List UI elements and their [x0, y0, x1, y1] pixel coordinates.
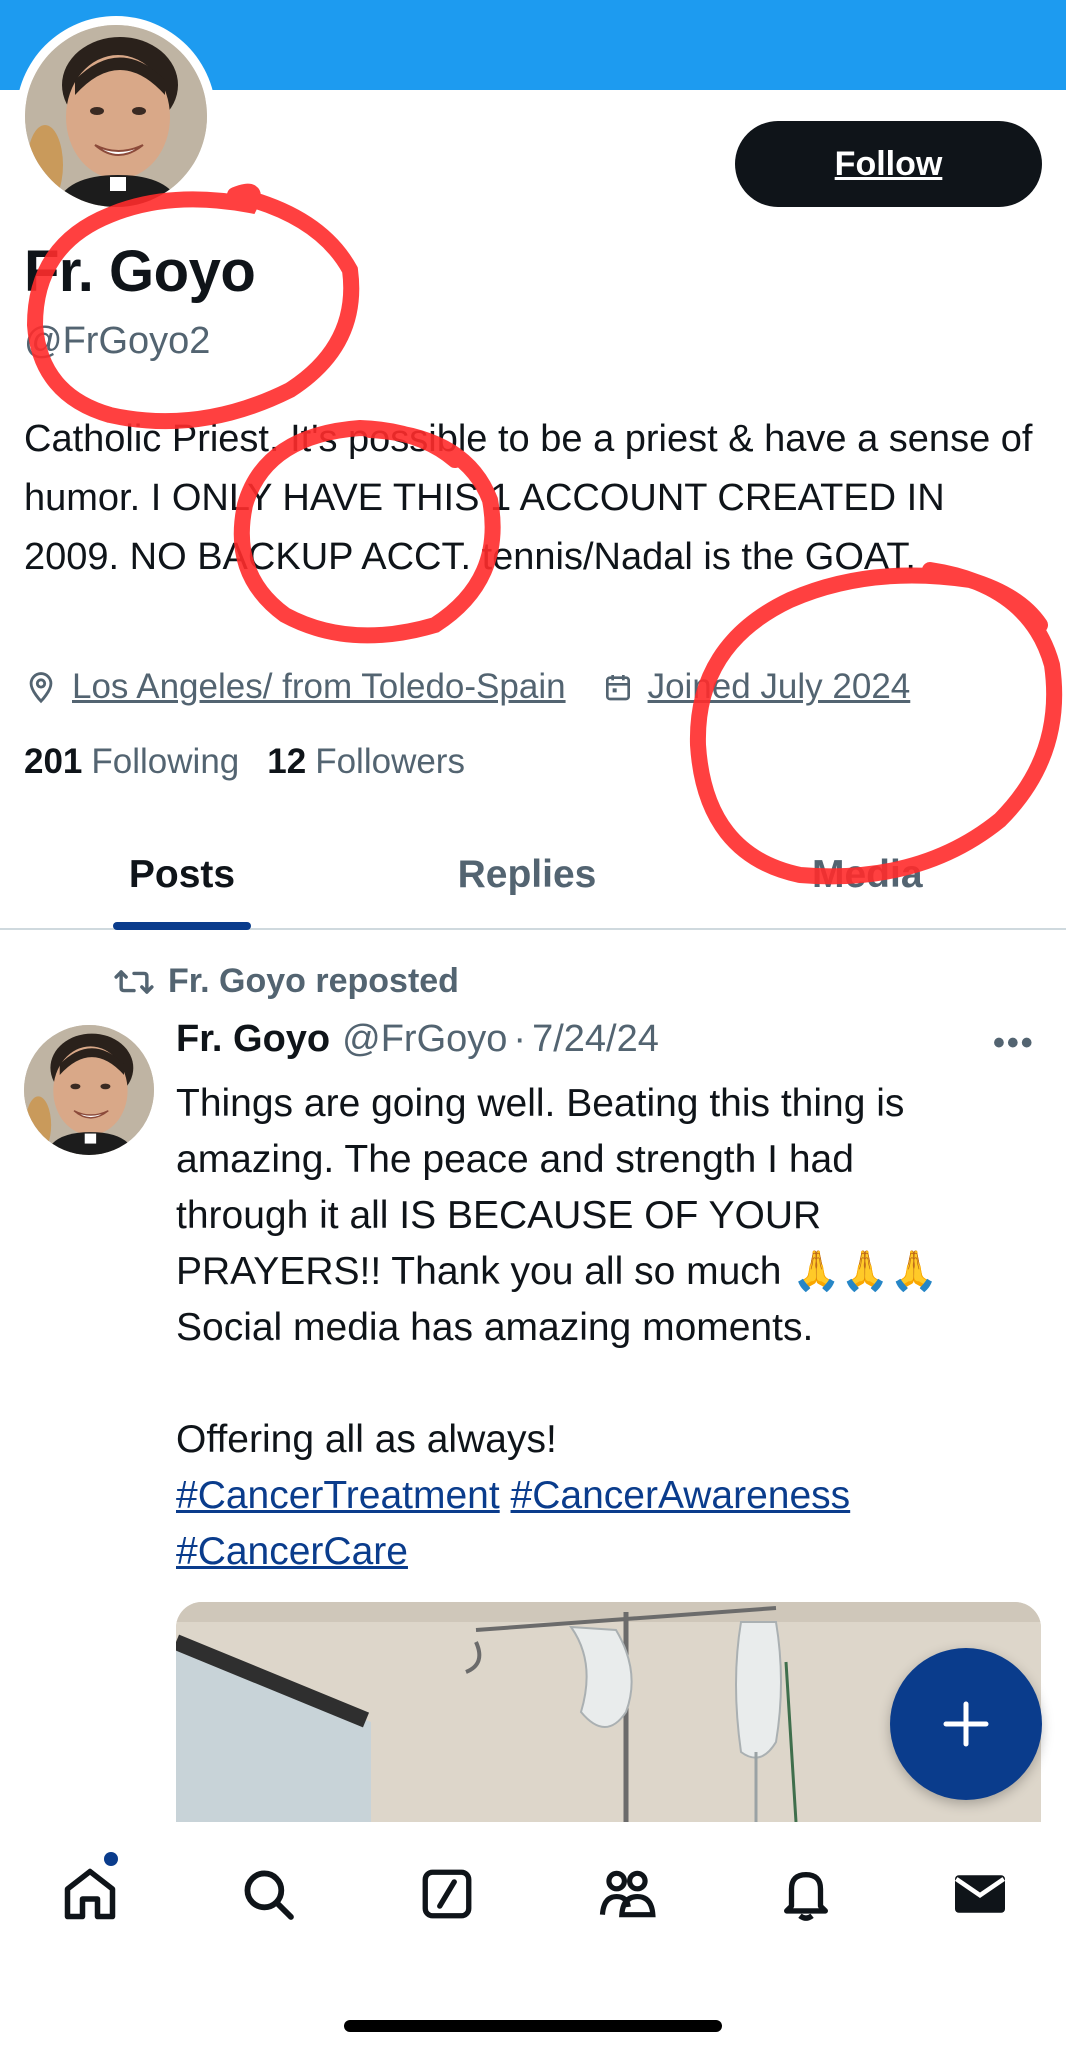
repost-label: Fr. Goyo reposted — [168, 962, 459, 1000]
profile-bio: Catholic Priest. It's possible to be a p… — [24, 418, 1033, 578]
bell-icon — [784, 1872, 828, 1921]
red-annotation-circle — [26, 183, 360, 430]
nav-grok[interactable] — [415, 1862, 479, 1926]
location-pin-icon — [29, 672, 53, 704]
profile-joined: Joined July 2024 — [602, 667, 911, 707]
follow-button[interactable]: Follow — [735, 121, 1042, 207]
tab-replies[interactable]: Replies — [364, 822, 690, 928]
following-stat[interactable]: 201 Following — [24, 742, 239, 782]
location-text: Los Angeles/ from Toledo-Spain — [72, 667, 566, 706]
home-notification-dot — [104, 1852, 118, 1866]
post-author-handle[interactable]: @FrGoyo — [342, 1018, 507, 1061]
following-label: Following — [91, 742, 240, 781]
praying-hands-emoji: 🙏🙏🙏 — [792, 1250, 939, 1293]
hashtag-link[interactable]: #CancerTreatment — [176, 1474, 500, 1517]
profile-avatar[interactable] — [25, 25, 207, 207]
post-author-name[interactable]: Fr. Goyo — [176, 1018, 330, 1061]
tab-media[interactable]: Media — [690, 822, 1066, 928]
bottom-navigation — [0, 1822, 1066, 2048]
nav-notifications[interactable] — [774, 1862, 838, 1926]
profile-tabs: Posts Replies Media — [0, 822, 1066, 930]
tab-media-label: Media — [812, 853, 923, 896]
profile-location[interactable]: Los Angeles/ from Toledo-Spain — [24, 667, 566, 707]
post-text-line: Offering all as always! — [176, 1418, 557, 1461]
more-options-icon[interactable]: ••• — [993, 1024, 1035, 1063]
nav-home[interactable] — [58, 1852, 122, 1926]
post-author-avatar[interactable] — [24, 1025, 154, 1155]
following-count: 201 — [24, 742, 83, 781]
post-header: Fr. Goyo @FrGoyo · 7/24/24 — [176, 1018, 659, 1061]
repost-indicator: Fr. Goyo reposted — [114, 962, 459, 1001]
plus-icon — [943, 1701, 989, 1747]
home-indicator-bar[interactable] — [344, 2020, 722, 2032]
grok-icon — [422, 1869, 472, 1919]
hashtag-link[interactable]: #CancerAwareness — [511, 1474, 851, 1517]
nav-messages[interactable] — [948, 1862, 1012, 1926]
followers-label: Followers — [315, 742, 465, 781]
post-body: Things are going well. Beating this thin… — [176, 1076, 1046, 1580]
post-text-line: amazing. The peace and strength I had — [176, 1138, 854, 1181]
joined-text: Joined July 2024 — [647, 667, 911, 706]
followers-count: 12 — [267, 742, 307, 781]
post-text-line: through it all IS BECAUSE OF YOUR — [176, 1194, 822, 1237]
tab-posts[interactable]: Posts — [0, 822, 364, 930]
followers-stat[interactable]: 12 Followers — [267, 742, 465, 782]
post-text-line: PRAYERS!! Thank you all so much — [176, 1250, 782, 1293]
hashtag-link[interactable]: #CancerCare — [176, 1530, 408, 1573]
post-text-line: Things are going well. Beating this thin… — [176, 1082, 905, 1125]
post-separator: · — [513, 1018, 527, 1060]
profile-name: Fr. Goyo — [24, 239, 256, 304]
compose-fab-button[interactable] — [890, 1648, 1042, 1800]
communities-icon — [599, 1870, 656, 1918]
nav-communities[interactable] — [595, 1862, 659, 1926]
search-icon — [244, 1870, 294, 1920]
active-tab-indicator — [113, 922, 251, 930]
tab-replies-label: Replies — [457, 853, 597, 896]
repost-icon — [114, 969, 154, 994]
calendar-icon — [605, 675, 630, 701]
post-date[interactable]: 7/24/24 — [532, 1018, 659, 1061]
envelope-icon — [954, 1875, 1006, 1913]
post-text-line: Social media has amazing moments. — [176, 1306, 814, 1349]
profile-handle: @FrGoyo2 — [24, 320, 211, 362]
profile-stats: 201 Following 12 Followers — [24, 742, 493, 782]
home-icon — [64, 1868, 116, 1920]
nav-search[interactable] — [236, 1862, 300, 1926]
post-text-line-with-emoji: PRAYERS!! Thank you all so much 🙏🙏🙏 — [176, 1244, 1046, 1300]
post-text-line — [176, 1356, 1046, 1412]
profile-meta: Los Angeles/ from Toledo-Spain Joined Ju… — [24, 660, 910, 714]
profile-avatar-frame — [16, 16, 216, 216]
hashtag-line: #CancerTreatment #CancerAwareness — [176, 1468, 1046, 1524]
tab-posts-label: Posts — [128, 853, 236, 896]
hashtag-line: #CancerCare — [176, 1524, 1046, 1580]
